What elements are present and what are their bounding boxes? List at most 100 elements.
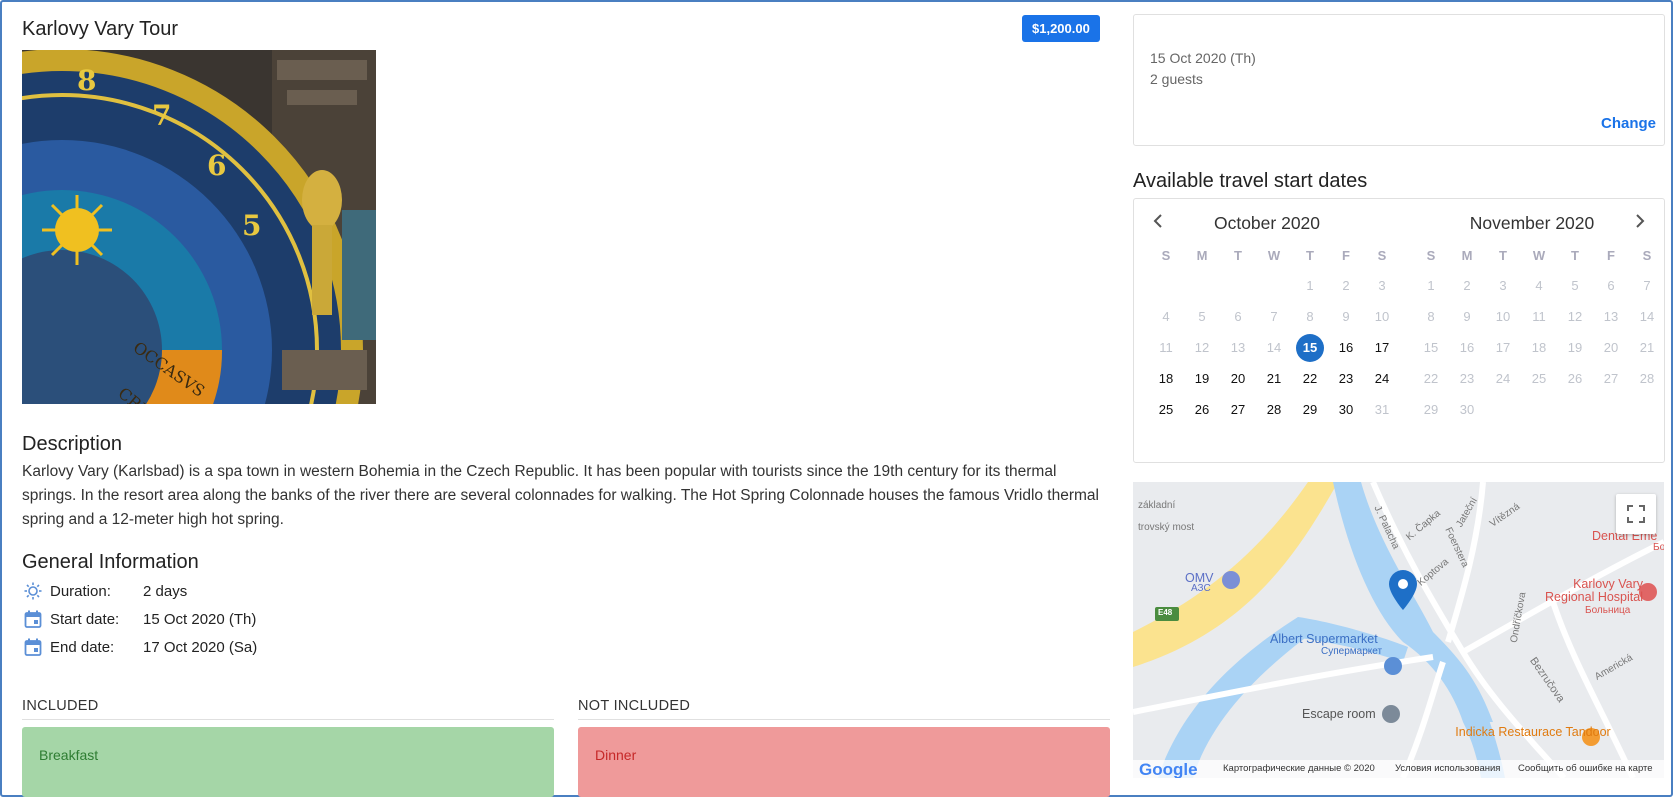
calendar-day: 5 (1198, 309, 1206, 324)
calendar-day: 13 (1230, 340, 1246, 355)
map-footer: Google Картографические данные © 2020 Ус… (1133, 760, 1664, 778)
end-date-value: 17 Oct 2020 (Sa) (143, 638, 258, 656)
weekday-header: W (1267, 248, 1281, 263)
fullscreen-icon[interactable] (1616, 494, 1656, 534)
calendar-day-selected[interactable]: 15 (1296, 334, 1324, 362)
calendar-day: 23 (1459, 371, 1475, 386)
calendar-day: 1 (1427, 278, 1435, 293)
map-road-sign: E48 (1158, 608, 1173, 617)
calendar-day[interactable]: 21 (1260, 365, 1288, 393)
map-report-link[interactable]: Сообщить об ошибке на карте (1518, 763, 1653, 774)
not-included-label: NOT INCLUDED (578, 698, 691, 714)
calendar-day: 28 (1639, 371, 1655, 386)
weekday-header: T (1571, 248, 1579, 263)
description-text: Karlovy Vary (Karlsbad) is a spa town in… (22, 463, 1099, 528)
svg-text:7: 7 (152, 99, 171, 132)
change-button[interactable]: Change (1601, 115, 1656, 132)
calendar-day: 30 (1459, 402, 1475, 417)
not-included-divider (578, 719, 1110, 720)
map-data-credit: Картографические данные © 2020 (1223, 763, 1375, 774)
map-terms-link[interactable]: Условия использования (1395, 763, 1500, 774)
weekday-header: F (1342, 248, 1350, 263)
calendar-day[interactable]: 17 (1368, 334, 1396, 362)
included-box: Breakfast (22, 727, 554, 797)
weekday-header: W (1532, 248, 1546, 263)
weekday-header: M (1461, 248, 1473, 263)
calendar-day: 13 (1603, 309, 1619, 324)
calendar-day: 26 (1567, 371, 1583, 386)
calendar-day: 11 (1532, 309, 1546, 324)
weekday-header: T (1306, 248, 1314, 263)
calendar-day: 15 (1423, 340, 1439, 355)
date-calendar: October 2020 November 2020 SMTWTFS123456… (1133, 198, 1665, 463)
google-logo: Google (1139, 760, 1198, 778)
calendar-day: 7 (1643, 278, 1651, 293)
calendar-day: 2 (1463, 278, 1471, 293)
start-date-row: Start date: 15 Oct 2020 (Th) (22, 608, 256, 630)
sun-icon (22, 580, 44, 602)
end-date-label: End date: (50, 638, 115, 656)
included-divider (22, 719, 554, 720)
booking-summary: 15 Oct 2020 (Th) 2 guests Change (1133, 14, 1665, 146)
calendar-day[interactable]: 16 (1332, 334, 1360, 362)
calendar-day[interactable]: 25 (1152, 396, 1180, 424)
calendar-day: 16 (1459, 340, 1475, 355)
weekday-header: F (1607, 248, 1615, 263)
calendar-day: 1 (1306, 278, 1314, 293)
astronomical-clock-image: 8765 OCCASVS CREPVS (22, 50, 376, 404)
tour-photo: 8765 OCCASVS CREPVS (22, 50, 376, 404)
start-date-label: Start date: (50, 610, 120, 628)
calendar-day: 3 (1378, 278, 1386, 293)
calendar-day: 19 (1567, 340, 1583, 355)
calendar-day[interactable]: 18 (1152, 365, 1180, 393)
map-street: základní (1138, 500, 1176, 511)
calendar-day[interactable]: 19 (1188, 365, 1216, 393)
map-label-escape-room: Escape room (1302, 707, 1376, 721)
duration-value: 2 days (143, 582, 188, 600)
calendar-day: 12 (1194, 340, 1210, 355)
calendar-day[interactable]: 20 (1224, 365, 1252, 393)
weekday-header: S (1426, 248, 1436, 263)
calendar-day[interactable]: 30 (1332, 396, 1360, 424)
weekday-header: S (1377, 248, 1387, 263)
general-info-heading: General Information (22, 551, 199, 573)
tour-title: Karlovy Vary Tour (22, 18, 178, 40)
booking-guests: 2 guests (1150, 71, 1203, 87)
calendar-day: 17 (1495, 340, 1511, 355)
calendar-day: 9 (1342, 309, 1350, 324)
calendar-day[interactable]: 29 (1296, 396, 1324, 424)
calendar-day[interactable]: 24 (1368, 365, 1396, 393)
calendar-day[interactable]: 22 (1296, 365, 1324, 393)
duration-label: Duration: (50, 582, 111, 600)
calendar-day: 3 (1499, 278, 1507, 293)
weekday-header: M (1196, 248, 1208, 263)
calendar-day: 8 (1427, 309, 1435, 324)
calendar-day: 5 (1571, 278, 1579, 293)
calendar-day: 9 (1463, 309, 1471, 324)
not-included-box: Dinner (578, 727, 1110, 797)
month-title-october: October 2020 (1213, 213, 1321, 233)
map-label-hospital-ru: Больница (1585, 605, 1631, 616)
booking-date: 15 Oct 2020 (Th) (1150, 50, 1256, 66)
calendar-day: 31 (1374, 402, 1390, 417)
start-date-value: 15 Oct 2020 (Th) (143, 610, 257, 628)
description-heading: Description (22, 433, 123, 455)
map-street: trovský most (1138, 522, 1195, 533)
calendar-day[interactable]: 23 (1332, 365, 1360, 393)
location-map[interactable]: OMV АЗС E48 Albert Supermarket Супермарк… (1133, 482, 1664, 778)
calendar-day: 21 (1639, 340, 1655, 355)
map-label-indicka: Indicka Restaurace Tandoor (1455, 725, 1611, 739)
calendar-day: 7 (1270, 309, 1278, 324)
calendar-day: 10 (1495, 309, 1511, 324)
calendar-day: 22 (1423, 371, 1439, 386)
calendar-day[interactable]: 27 (1224, 396, 1252, 424)
month-title-november: November 2020 (1469, 213, 1595, 233)
calendar-day: 12 (1567, 309, 1583, 324)
map-label-supermarket: Супермаркет (1321, 646, 1383, 657)
calendar-day: 4 (1162, 309, 1170, 324)
not-included-item: Dinner (595, 747, 637, 763)
calendar-day[interactable]: 28 (1260, 396, 1288, 424)
calendar-day: 24 (1495, 371, 1511, 386)
calendar-day[interactable]: 26 (1188, 396, 1216, 424)
map-label-azs: АЗС (1191, 583, 1211, 594)
